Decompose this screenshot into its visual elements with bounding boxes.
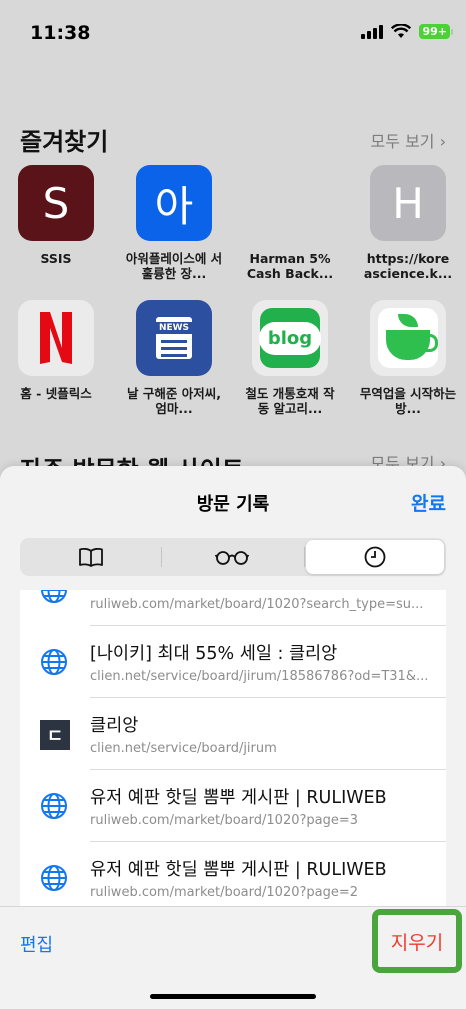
favorite-label: https://kore ascience.k... <box>363 251 453 281</box>
clien-icon: ㄷ <box>40 720 70 750</box>
bottom-toolbar: 편집 지우기 <box>0 906 466 1009</box>
site-letter-icon: S <box>18 165 94 241</box>
history-row[interactable]: [나이키] 최대 55% 세일 : 클리앙 clien.net/service/… <box>20 626 446 698</box>
history-sheet: 방문 기록 완료 ruliweb.com/market/board/1020?s… <box>0 466 466 1009</box>
favorite-item[interactable]: NEWS 날 구해준 아저씨, 엄마... <box>124 300 224 416</box>
history-row[interactable]: ruliweb.com/market/board/1020?search_typ… <box>20 590 446 626</box>
home-indicator <box>150 994 316 999</box>
history-url: clien.net/service/board/jirum/18586786?o… <box>90 669 429 684</box>
segmented-control <box>20 538 446 576</box>
sheet-title: 방문 기록 <box>196 494 270 515</box>
done-button[interactable]: 완료 <box>411 489 446 516</box>
news-icon: NEWS <box>136 300 212 376</box>
favorite-label: 날 구해준 아저씨, 엄마... <box>127 386 221 416</box>
favorite-item[interactable]: H https://kore ascience.k... <box>358 165 458 281</box>
tab-history[interactable] <box>306 540 444 574</box>
history-list: ruliweb.com/market/board/1020?search_typ… <box>20 590 446 906</box>
history-title: [나이키] 최대 55% 세일 : 클리앙 <box>90 644 338 664</box>
favorite-label: SSIS <box>40 251 72 266</box>
history-title: 유저 예판 핫딜 뽐뿌 게시판 | RULIWEB <box>90 788 387 808</box>
history-url: ruliweb.com/market/board/1020?search_typ… <box>90 597 424 612</box>
history-url: clien.net/service/board/jirum <box>90 741 277 756</box>
glasses-icon <box>215 551 249 565</box>
blog-icon: blog <box>252 300 328 376</box>
favorite-label: 홈 - 넷플릭스 <box>20 386 92 401</box>
history-row[interactable]: ㄷ 클리앙 clien.net/service/board/jirum <box>20 698 446 770</box>
globe-icon <box>41 865 67 891</box>
tab-reading-list[interactable] <box>163 540 301 574</box>
favorites-title: 즐겨찾기 <box>20 128 109 156</box>
status-time: 11:38 <box>30 22 91 44</box>
favorite-label: 무역업을 시작하는 방... <box>359 386 457 416</box>
blank-site-icon <box>252 165 328 241</box>
history-url: ruliweb.com/market/board/1020?page=3 <box>90 813 359 828</box>
book-icon <box>79 547 103 567</box>
history-url: ruliweb.com/market/board/1020?page=2 <box>90 885 359 900</box>
history-title: 클리앙 <box>90 716 139 736</box>
favorite-label: 철도 개통호재 작동 알고리... <box>245 386 335 416</box>
clock-icon <box>364 546 386 568</box>
favorite-label: 아워플레이스에 서 훌륭한 장... <box>125 251 223 281</box>
favorite-item[interactable]: 홈 - 넷플릭스 <box>6 300 106 416</box>
globe-icon <box>41 649 67 675</box>
tab-bookmarks[interactable] <box>22 540 160 574</box>
globe-icon <box>41 793 67 819</box>
favorite-item[interactable]: 무역업을 시작하는 방... <box>358 300 458 416</box>
history-title: 유저 예판 핫딜 뽐뿌 게시판 | RULIWEB <box>90 860 387 880</box>
netflix-icon <box>18 300 94 376</box>
favorites-header: 즐겨찾기 모두 보기 › <box>20 122 446 157</box>
cup-icon <box>370 300 446 376</box>
favorite-label: Harman 5% Cash Back... <box>246 251 334 281</box>
site-letter-icon: 아 <box>136 165 212 241</box>
clear-button[interactable]: 지우기 <box>391 928 443 955</box>
favorite-item[interactable]: Harman 5% Cash Back... <box>240 165 340 281</box>
favorite-item[interactable]: S SSIS <box>6 165 106 281</box>
clear-button-highlight: 지우기 <box>372 909 462 973</box>
edit-button[interactable]: 편집 <box>20 931 53 957</box>
status-icons: 99+ <box>361 24 453 39</box>
wifi-icon <box>391 24 412 38</box>
status-bar: 11:38 99+ <box>0 0 466 60</box>
history-row[interactable]: 유저 예판 핫딜 뽐뿌 게시판 | RULIWEB ruliweb.com/ma… <box>20 842 446 906</box>
favorite-item[interactable]: 아 아워플레이스에 서 훌륭한 장... <box>124 165 224 281</box>
site-letter-icon: H <box>370 165 446 241</box>
favorite-item[interactable]: blog 철도 개통호재 작동 알고리... <box>240 300 340 416</box>
signal-icon <box>361 24 384 39</box>
favorites-show-all-link[interactable]: 모두 보기 › <box>371 128 446 152</box>
battery-icon: 99+ <box>419 24 453 39</box>
globe-icon <box>41 590 67 603</box>
history-row[interactable]: 유저 예판 핫딜 뽐뿌 게시판 | RULIWEB ruliweb.com/ma… <box>20 770 446 842</box>
